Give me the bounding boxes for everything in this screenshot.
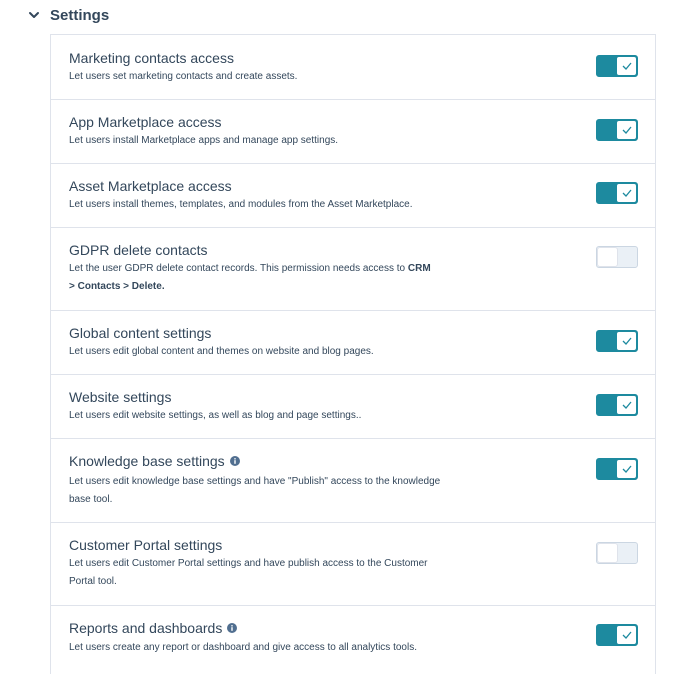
global-content-toggle[interactable] (596, 330, 638, 352)
customer-portal-toggle[interactable] (596, 542, 638, 564)
setting-description: Let users set marketing contacts and cre… (69, 71, 298, 82)
check-icon (617, 332, 636, 350)
check-icon (617, 57, 636, 75)
setting-title: Marketing contacts access (69, 50, 234, 66)
setting-title: GDPR delete contacts (69, 242, 208, 258)
setting-title-text: Reports and dashboards (69, 620, 223, 636)
check-icon (617, 626, 636, 644)
info-icon[interactable] (229, 456, 240, 466)
setting-title: Knowledge base settings (69, 453, 240, 469)
setting-row-knowledge-base: Knowledge base settings Let users edit k… (51, 439, 655, 523)
setting-description: Let users create any report or dashboard… (69, 642, 417, 653)
marketing-contacts-toggle[interactable] (596, 55, 638, 77)
setting-description: Let users install Marketplace apps and m… (69, 135, 339, 146)
check-icon (617, 460, 636, 478)
setting-title: Reports and dashboards (69, 620, 238, 636)
setting-row-gdpr-delete: GDPR delete contacts Let the user GDPR d… (51, 228, 655, 311)
setting-row-app-marketplace: App Marketplace access Let users install… (51, 100, 655, 164)
setting-row-global-content: Global content settings Let users edit g… (51, 311, 655, 375)
setting-description: Let users edit Customer Portal settings … (69, 558, 428, 587)
setting-row-reports-dashboards: Reports and dashboards Let users create … (51, 606, 655, 675)
setting-title: Asset Marketplace access (69, 178, 232, 194)
reports-dashboards-toggle[interactable] (596, 624, 638, 646)
info-icon[interactable] (227, 623, 238, 633)
setting-title: App Marketplace access (69, 114, 222, 130)
setting-row-asset-marketplace: Asset Marketplace access Let users insta… (51, 164, 655, 228)
knowledge-base-toggle[interactable] (596, 458, 638, 480)
setting-row-website: Website settings Let users edit website … (51, 375, 655, 439)
setting-description: Let users edit global content and themes… (69, 346, 374, 357)
setting-title: Customer Portal settings (69, 537, 223, 553)
setting-row-marketing-contacts: Marketing contacts access Let users set … (51, 35, 655, 100)
settings-panel: Marketing contacts access Let users set … (50, 34, 656, 674)
setting-title: Website settings (69, 389, 172, 405)
setting-description: Let users install themes, templates, and… (69, 199, 413, 210)
settings-section-header[interactable]: Settings (28, 4, 109, 26)
chevron-down-icon (28, 9, 40, 21)
check-icon (617, 121, 636, 139)
setting-description: Let the user GDPR delete contact records… (69, 260, 439, 296)
setting-description: Let users edit website settings, as well… (69, 410, 362, 421)
toggle-knob (598, 544, 617, 562)
check-icon (617, 396, 636, 414)
setting-description: Let users edit knowledge base settings a… (69, 476, 441, 505)
check-icon (617, 184, 636, 202)
section-title: Settings (50, 6, 110, 24)
setting-row-customer-portal: Customer Portal settings Let users edit … (51, 523, 655, 606)
asset-marketplace-toggle[interactable] (596, 182, 638, 204)
gdpr-delete-toggle[interactable] (596, 246, 638, 268)
app-marketplace-toggle[interactable] (596, 119, 638, 141)
toggle-knob (598, 248, 617, 266)
description-text: Let the user GDPR delete contact records… (69, 263, 408, 274)
website-settings-toggle[interactable] (596, 394, 638, 416)
setting-title-text: Knowledge base settings (69, 453, 225, 469)
setting-title: Global content settings (69, 325, 212, 341)
